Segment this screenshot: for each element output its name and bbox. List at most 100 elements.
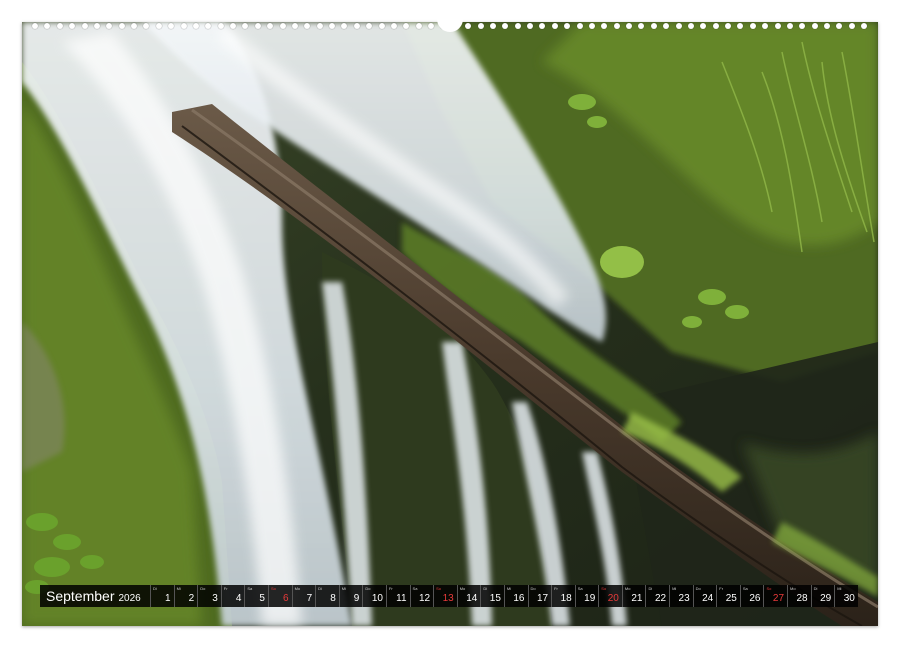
day-cell: Sa 26 <box>739 585 764 607</box>
weekday-abbrev: Fr <box>223 586 228 591</box>
binding-hole <box>786 23 793 29</box>
binding-hole <box>811 23 818 29</box>
binding-hole <box>131 23 137 29</box>
binding-hole <box>415 23 422 29</box>
day-number: 11 <box>396 593 407 604</box>
binding-hole <box>502 23 509 29</box>
binding-hole <box>749 23 756 29</box>
binding-hole <box>564 23 571 29</box>
weekday-abbrev: Do <box>530 586 536 591</box>
day-cell: Fr 4 <box>220 585 245 607</box>
day-number: 22 <box>654 593 667 604</box>
weekday-abbrev: Mo <box>459 586 466 591</box>
day-cell: Mi 2 <box>173 585 198 607</box>
binding-hole <box>687 23 694 29</box>
binding-hole <box>44 23 51 29</box>
day-cell: Sa 19 <box>574 585 599 607</box>
weekday-abbrev: Sa <box>742 586 748 591</box>
binding-hole <box>230 23 236 29</box>
day-cell: Mi 23 <box>669 585 693 607</box>
year-label: 2026 <box>118 593 141 604</box>
binding-hole <box>539 23 546 29</box>
weekday-abbrev: Di <box>648 586 653 591</box>
binding-hole <box>93 23 100 29</box>
weekday-abbrev: Mo <box>624 586 631 591</box>
weekday-abbrev: Di <box>153 586 157 591</box>
binding-hole <box>799 23 806 29</box>
weekday-abbrev: Mi <box>506 586 512 591</box>
binding-hole <box>106 23 113 29</box>
weekday-abbrev: Mo <box>294 586 301 591</box>
weekday-abbrev: Do <box>200 586 206 591</box>
binding-hole <box>848 23 855 29</box>
day-number: 17 <box>536 593 549 604</box>
binding-hole <box>861 23 868 29</box>
binding-hole <box>378 23 385 29</box>
day-number: 9 <box>353 593 360 604</box>
binding-hole <box>477 23 484 29</box>
binding-hole <box>725 23 731 29</box>
binding-hole <box>465 23 472 29</box>
day-number: 3 <box>212 593 218 604</box>
binding-hole <box>774 23 781 29</box>
day-cell: Mo 7 <box>291 585 316 607</box>
day-cell: Do 24 <box>692 585 717 607</box>
weekday-abbrev: So <box>766 586 772 591</box>
weekday-abbrev: Mo <box>790 586 796 591</box>
binding-hole <box>81 23 88 29</box>
day-cell: Di 8 <box>315 585 339 607</box>
weekday-abbrev: Mi <box>837 586 842 591</box>
day-cell: Fr 18 <box>551 585 575 607</box>
day-number: 29 <box>820 593 832 604</box>
day-cell: Fr 11 <box>385 585 410 607</box>
month-label: September 2026 <box>40 588 150 604</box>
day-cell: Sa 12 <box>409 585 434 607</box>
day-cell: So 27 <box>763 585 787 607</box>
binding-hole <box>737 23 744 29</box>
binding-hole <box>762 23 769 29</box>
weekday-abbrev: Fr <box>719 586 724 591</box>
binding-hole <box>489 23 496 29</box>
binding-hole <box>588 23 595 29</box>
day-cell: Mi 16 <box>503 585 528 607</box>
day-number: 10 <box>371 593 383 604</box>
binding-hole <box>366 23 373 29</box>
binding-hole <box>291 23 298 29</box>
binding-hole <box>712 23 719 29</box>
weekday-abbrev: Sa <box>577 586 583 591</box>
binding-hole <box>514 23 521 29</box>
binding-hole <box>824 23 830 29</box>
weekday-abbrev: Mi <box>176 586 181 591</box>
weekday-abbrev: So <box>436 586 442 591</box>
binding-hole <box>180 23 187 29</box>
weekday-abbrev: Mi <box>672 586 677 591</box>
day-number: 4 <box>235 593 242 604</box>
waterfall-photo <box>22 22 878 626</box>
day-cell: So 13 <box>433 585 457 607</box>
day-number: 7 <box>306 593 313 604</box>
weekday-abbrev: Sa <box>247 586 253 591</box>
day-number: 8 <box>330 593 336 604</box>
day-number: 27 <box>772 593 785 604</box>
binding-hole <box>613 23 620 29</box>
day-cell: Mi 9 <box>338 585 363 607</box>
day-number: 19 <box>584 593 596 604</box>
day-number: 14 <box>466 593 478 604</box>
binding-hole <box>304 23 311 29</box>
binding-hole <box>316 23 323 29</box>
binding-hole <box>32 23 38 29</box>
weekday-abbrev: Di <box>318 586 322 591</box>
day-number: 13 <box>442 593 454 604</box>
day-cell: Di 15 <box>480 585 504 607</box>
day-cell: Di 29 <box>810 585 835 607</box>
binding-hole <box>626 23 632 29</box>
binding-hole <box>638 23 645 29</box>
weekday-abbrev: Sa <box>412 586 418 591</box>
day-cell: Do 17 <box>527 585 552 607</box>
weekday-abbrev: Mi <box>341 586 346 591</box>
day-cell: Mo 28 <box>787 585 811 607</box>
day-cell: Mi 30 <box>834 585 858 607</box>
day-cell: Di 22 <box>645 585 669 607</box>
binding-hole <box>428 23 434 29</box>
day-cell: Di 1 <box>150 585 174 607</box>
